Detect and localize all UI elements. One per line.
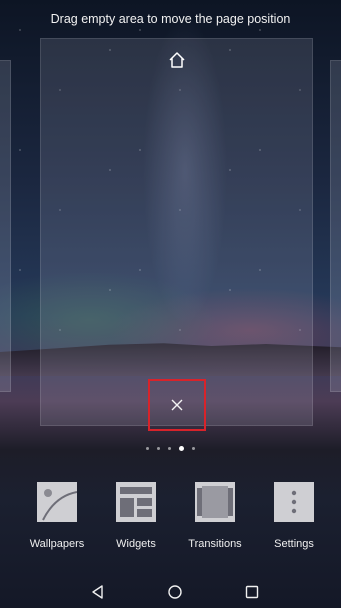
previous-page-preview[interactable] — [0, 60, 11, 392]
next-page-preview[interactable] — [330, 60, 341, 392]
back-button[interactable] — [86, 580, 110, 604]
recents-button[interactable] — [240, 580, 264, 604]
page-dot — [157, 447, 160, 450]
wallpaper-icon — [37, 482, 78, 522]
settings-button[interactable]: Settings — [254, 482, 334, 550]
transitions-label: Transitions — [188, 538, 242, 550]
page-indicator — [0, 446, 341, 451]
current-page-card[interactable] — [40, 38, 313, 431]
back-icon — [92, 585, 103, 599]
wallpapers-label: Wallpapers — [29, 538, 85, 550]
page-dot-active — [179, 446, 184, 451]
close-icon — [171, 399, 183, 411]
navigation-bar — [0, 572, 341, 608]
drag-hint: Drag empty area to move the page positio… — [50, 12, 291, 26]
home-button[interactable] — [163, 580, 187, 604]
home-page-icon[interactable] — [168, 51, 186, 69]
settings-label: Settings — [274, 538, 314, 550]
edit-options-row: Wallpapers Widgets Transitions Settings — [0, 482, 341, 552]
widgets-button[interactable]: Widgets — [96, 482, 176, 550]
transitions-button[interactable]: Transitions — [175, 482, 255, 550]
wallpapers-button[interactable]: Wallpapers — [17, 482, 97, 550]
widgets-label: Widgets — [116, 538, 156, 550]
widgets-icon — [116, 482, 156, 522]
transitions-icon — [195, 482, 235, 522]
page-dot — [168, 447, 171, 450]
page-dot — [192, 447, 195, 450]
settings-icon — [274, 482, 314, 522]
delete-page-button[interactable] — [148, 379, 206, 431]
home-nav-icon — [168, 585, 182, 599]
page-dot — [146, 447, 149, 450]
recents-icon — [245, 585, 259, 599]
